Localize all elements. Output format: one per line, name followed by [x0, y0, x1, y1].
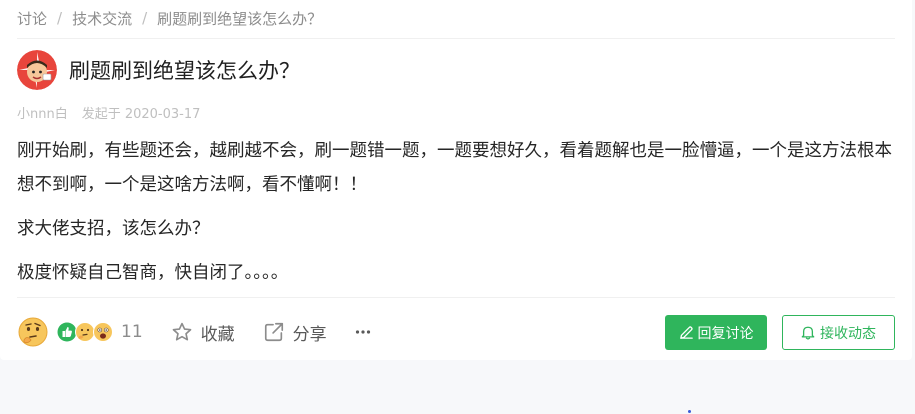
pencil-icon	[679, 326, 693, 339]
thinking-emoji-icon[interactable]	[17, 316, 49, 348]
bell-icon	[801, 326, 815, 340]
star-icon	[172, 322, 191, 341]
collect-label: 收藏	[200, 324, 235, 345]
breadcrumb-separator: /	[142, 9, 148, 27]
post-title: 刷题刷到绝望该怎么办？	[69, 59, 300, 83]
thinking-face-icon	[75, 322, 95, 342]
author-name[interactable]: 小nnn白	[17, 103, 68, 122]
share-label: 分享	[292, 324, 327, 345]
post-paragraph: 求大佬支招，该怎么办？	[17, 219, 210, 239]
breadcrumb-tech-exchange[interactable]: 技术交流	[72, 8, 132, 29]
post-header: 刷题刷到绝望该怎么办？	[17, 48, 300, 92]
collect-button[interactable]: 收藏	[171, 320, 235, 345]
thumbs-up-icon	[57, 322, 77, 342]
reply-discussion-button[interactable]: 回复讨论	[665, 315, 767, 350]
more-button[interactable]	[355, 322, 375, 342]
post-date: 发起于 2020-03-17	[81, 107, 201, 122]
post-paragraph: 极度怀疑自己智商，快自闭了。。。。	[17, 263, 289, 283]
breadcrumb-current: 刷题刷到绝望该怎么办？	[157, 9, 323, 28]
discussion-card: 讨论 / 技术交流 / 刷题刷到绝望该怎么办？ 刷题刷到绝望该怎么办？ 小nnn…	[0, 0, 912, 360]
reaction-count: 11	[121, 322, 143, 342]
reply-label: 回复讨论	[697, 325, 754, 342]
decorative-dot	[688, 410, 691, 413]
share-arrow-icon	[264, 322, 283, 342]
follow-label: 接收动态	[820, 325, 876, 342]
cartoon-avatar-icon	[17, 50, 57, 90]
action-bar: 11 收藏 分享	[17, 313, 375, 351]
breadcrumb-discussions[interactable]: 讨论	[17, 8, 47, 29]
breadcrumb: 讨论 / 技术交流 / 刷题刷到绝望该怎么办？	[17, 7, 322, 29]
divider	[17, 297, 895, 298]
post-paragraph: 刚开始刷，有些题还会，越刷越不会，刷一题错一题，一题要想好久，看着题解也是一脸懵…	[17, 141, 892, 195]
astonished-face-icon	[93, 322, 113, 342]
share-button[interactable]: 分享	[263, 320, 327, 345]
follow-updates-button[interactable]: 接收动态	[782, 315, 895, 350]
reactions-summary[interactable]: 11	[57, 322, 143, 342]
post-content: 刚开始刷，有些题还会，越刷越不会，刷一题错一题，一题要想好久，看着题解也是一脸懵…	[17, 134, 897, 300]
breadcrumb-separator: /	[57, 9, 63, 27]
avatar[interactable]	[17, 50, 57, 90]
post-meta: 小nnn白 发起于 2020-03-17	[17, 103, 200, 122]
divider	[17, 38, 895, 39]
ellipsis-icon	[355, 330, 370, 334]
